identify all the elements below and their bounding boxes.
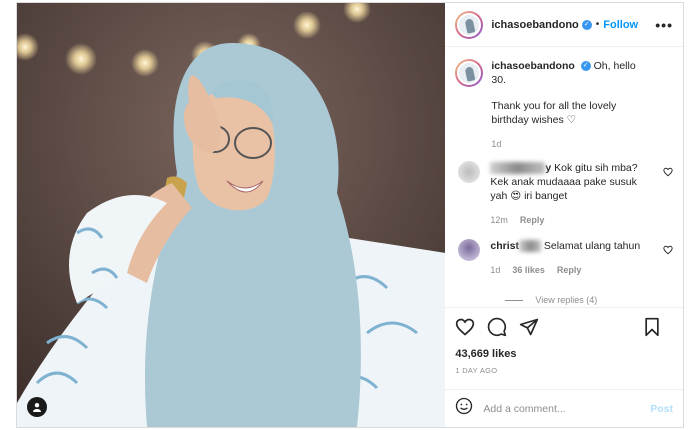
comment-time[interactable]: 1d	[490, 265, 500, 275]
post-header: ichasoebandono ✓ • Follow •••	[445, 3, 683, 47]
commenter-avatar[interactable]	[458, 239, 481, 261]
comment-item: y Kok gitu sih mba? Kek anak mudaaaa pak…	[455, 161, 673, 227]
comments-section: ichasoebandono ✓ Oh, hello 30. Thank you…	[445, 47, 683, 307]
follow-button[interactable]: Follow	[603, 19, 638, 31]
comment-time[interactable]: 12m	[490, 215, 508, 225]
user-tag-icon[interactable]	[27, 397, 47, 417]
commenter-username-redacted[interactable]	[490, 162, 546, 175]
commenter-username-prefix[interactable]: christ	[490, 240, 519, 252]
post-actions: 43,669 likes 1 DAY AGO	[445, 307, 683, 389]
view-replies-button[interactable]: View replies (4)	[505, 295, 673, 305]
post-photo[interactable]	[17, 3, 446, 427]
verified-icon: ✓	[581, 19, 592, 30]
view-replies-line	[505, 299, 524, 301]
post-button[interactable]: Post	[650, 403, 673, 415]
author-avatar[interactable]	[455, 10, 484, 39]
heart-icon[interactable]	[455, 317, 487, 342]
caption: ichasoebandono ✓ Oh, hello 30. Thank you…	[455, 59, 673, 151]
bookmark-icon[interactable]	[643, 317, 673, 342]
comment-like-icon[interactable]	[663, 245, 673, 258]
caption-username[interactable]: ichasoebandono	[491, 60, 574, 72]
author-username[interactable]: ichasoebandono	[491, 19, 578, 31]
photo-illustration	[17, 3, 446, 427]
commenter-username-suffix[interactable]: y	[545, 162, 551, 174]
add-comment-bar: Add a comment... Post	[445, 389, 683, 427]
post-sidebar: ichasoebandono ✓ • Follow ••• ichasoeban…	[445, 3, 683, 427]
comment-text: Selamat ulang tahun	[543, 240, 641, 252]
commenter-username-redacted[interactable]	[518, 240, 541, 253]
header-separator: •	[595, 19, 600, 30]
comment-likes[interactable]: 36 likes	[512, 265, 545, 275]
verified-icon: ✓	[580, 61, 591, 72]
emoji-icon[interactable]	[455, 397, 473, 420]
likes-count[interactable]: 43,669 likes	[455, 348, 673, 360]
caption-time[interactable]: 1d	[491, 139, 501, 149]
view-replies-label[interactable]: View replies (4)	[535, 295, 597, 305]
reply-button[interactable]: Reply	[520, 215, 545, 225]
post-time[interactable]: 1 DAY AGO	[455, 366, 673, 375]
caption-avatar[interactable]	[455, 59, 484, 87]
comment-item: christ Selamat ulang tahun 1d 36 likes Rep…	[455, 239, 673, 277]
comment-icon[interactable]	[487, 317, 519, 342]
share-icon[interactable]	[519, 317, 551, 342]
caption-line2: Thank you for all the lovely birthday wi…	[491, 100, 617, 126]
comment-like-icon[interactable]	[663, 167, 673, 180]
commenter-avatar[interactable]	[458, 161, 481, 183]
more-icon[interactable]: •••	[655, 17, 673, 33]
reply-button[interactable]: Reply	[557, 265, 582, 275]
add-comment-input[interactable]: Add a comment...	[483, 403, 650, 415]
post-dialog: ichasoebandono ✓ • Follow ••• ichasoeban…	[16, 2, 684, 428]
